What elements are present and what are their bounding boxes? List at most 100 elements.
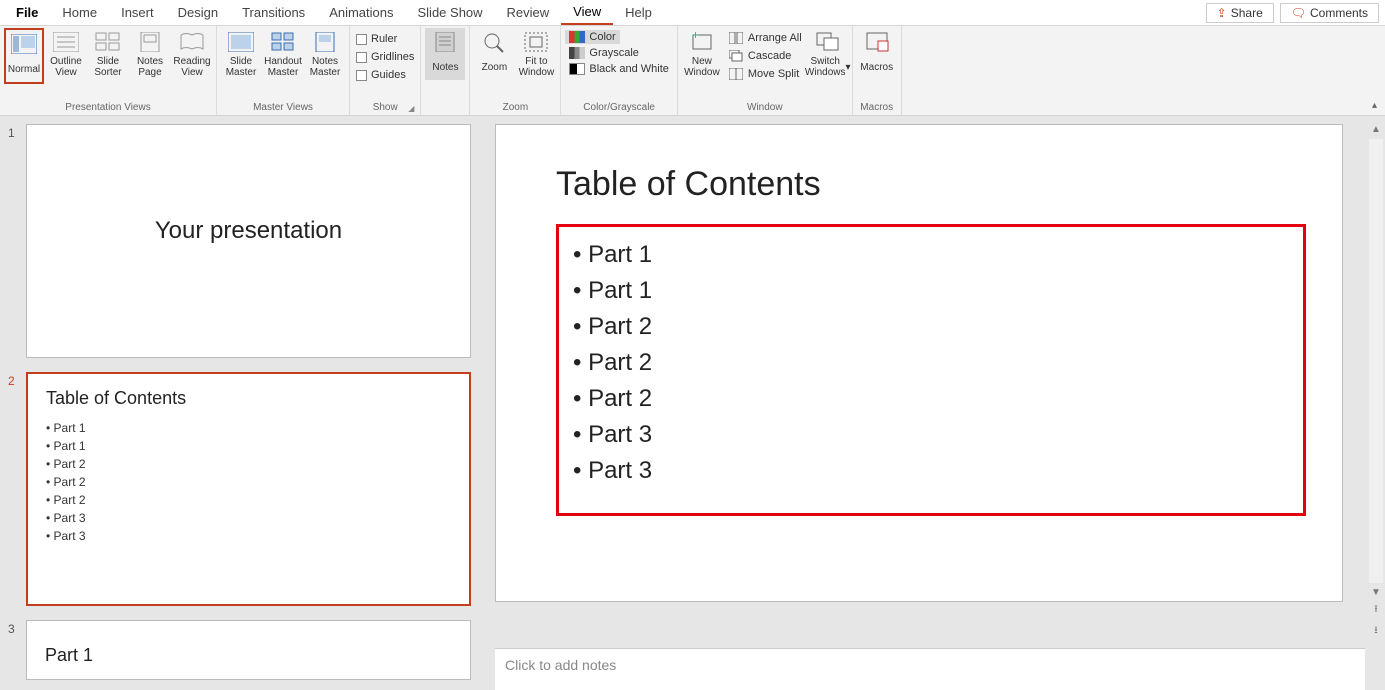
tab-file[interactable]: File — [4, 1, 50, 24]
slide-title[interactable]: Table of Contents — [556, 165, 1282, 204]
fit-window-icon — [522, 30, 550, 54]
guides-label: Guides — [371, 69, 406, 81]
thumb-item: • Part 1 — [46, 419, 451, 437]
cascade-button[interactable]: Cascade — [724, 48, 806, 64]
scroll-down-icon[interactable]: ▼ — [1371, 587, 1381, 598]
tab-help[interactable]: Help — [613, 1, 664, 24]
tab-view[interactable]: View — [561, 0, 613, 25]
gridlines-checkbox[interactable]: Gridlines — [354, 50, 416, 64]
new-window-button[interactable]: + New Window — [682, 28, 722, 80]
dialog-launcher-icon[interactable]: ◢ — [408, 104, 414, 113]
new-window-label: New Window — [683, 56, 721, 78]
thumb-title: Your presentation — [45, 217, 452, 245]
grayscale-mode-button[interactable]: Grayscale — [565, 46, 643, 60]
zoom-icon — [480, 30, 508, 54]
notes-page-label: Notes Page — [131, 56, 169, 78]
notes-icon — [431, 30, 459, 54]
move-split-button[interactable]: Move Split — [724, 66, 806, 82]
color-swatch-icon — [569, 31, 585, 43]
list-item: • Part 2 — [573, 345, 1289, 381]
thumbnail-number: 1 — [8, 124, 26, 358]
slide-pane: Table of Contents • Part 1 • Part 1 • Pa… — [475, 116, 1385, 648]
color-mode-label: Color — [589, 31, 615, 43]
normal-view-button[interactable]: Normal — [4, 28, 44, 84]
group-zoom: Zoom Fit to Window Zoom — [470, 26, 561, 115]
list-item: • Part 3 — [573, 417, 1289, 453]
tab-home[interactable]: Home — [50, 1, 109, 24]
group-label-presentation-views: Presentation Views — [4, 100, 212, 115]
thumb-item: • Part 3 — [46, 509, 451, 527]
move-split-icon — [728, 67, 744, 81]
vertical-scrollbar[interactable]: ▲ ▼ ⭱ ⭳ — [1367, 124, 1385, 640]
thumbnail-slide-2[interactable]: Table of Contents • Part 1 • Part 1 • Pa… — [26, 372, 471, 606]
fit-to-window-button[interactable]: Fit to Window — [516, 28, 556, 80]
switch-windows-button[interactable]: Switch Windows ▾ — [808, 28, 848, 80]
thumbnail-slide-3[interactable]: Part 1 — [26, 620, 471, 680]
scroll-track[interactable] — [1369, 139, 1383, 583]
move-split-label: Move Split — [748, 68, 799, 80]
slide-sorter-icon — [94, 30, 122, 54]
slide-sorter-button[interactable]: Slide Sorter — [88, 28, 128, 80]
scroll-up-icon[interactable]: ▲ — [1371, 124, 1381, 135]
notes-button[interactable]: Notes — [425, 28, 465, 80]
tab-review[interactable]: Review — [495, 1, 562, 24]
guides-checkbox[interactable]: Guides — [354, 68, 408, 82]
tab-transitions[interactable]: Transitions — [230, 1, 317, 24]
group-presentation-views: Normal Outline View Slide Sorter Notes P… — [0, 26, 217, 115]
slide-thumbnails-pane[interactable]: 1 Your presentation 2 Table of Contents … — [0, 116, 475, 690]
next-slide-icon[interactable]: ⭳ — [1374, 623, 1378, 640]
macros-label: Macros — [860, 56, 893, 78]
group-notes: Notes — [421, 26, 470, 115]
notes-input[interactable]: Click to add notes — [495, 648, 1365, 690]
reading-view-button[interactable]: Reading View — [172, 28, 212, 80]
comment-icon: 🗨 — [1291, 6, 1306, 20]
thumb-title: Table of Contents — [46, 388, 451, 409]
tab-insert[interactable]: Insert — [109, 1, 166, 24]
thumbnail-number: 3 — [8, 620, 26, 680]
bw-mode-button[interactable]: Black and White — [565, 62, 672, 76]
slide-canvas[interactable]: Table of Contents • Part 1 • Part 1 • Pa… — [495, 124, 1343, 602]
prev-slide-icon[interactable]: ⭱ — [1374, 602, 1378, 619]
ruler-checkbox[interactable]: Ruler — [354, 32, 399, 46]
group-window: + New Window Arrange All Cascade Move Sp… — [678, 26, 853, 115]
slide-sorter-label: Slide Sorter — [89, 56, 127, 78]
share-button[interactable]: ⇪ Share — [1206, 3, 1274, 23]
checkbox-icon — [356, 34, 367, 45]
comments-button[interactable]: 🗨 Comments — [1280, 3, 1379, 23]
ribbon-tabs: File Home Insert Design Transitions Anim… — [0, 0, 1385, 26]
new-window-icon: + — [688, 30, 716, 54]
group-macros: Macros Macros — [853, 26, 902, 115]
thumb-item: • Part 2 — [46, 473, 451, 491]
thumb-title: Part 1 — [45, 645, 452, 666]
slide-master-button[interactable]: Slide Master — [221, 28, 261, 80]
macros-button[interactable]: Macros — [857, 28, 897, 80]
thumbnail-row: 3 Part 1 — [8, 620, 471, 680]
outline-view-button[interactable]: Outline View — [46, 28, 86, 80]
tab-animations[interactable]: Animations — [317, 1, 405, 24]
collapse-ribbon-button[interactable]: ▴ — [1364, 96, 1385, 115]
handout-master-icon — [269, 30, 297, 54]
notes-page-button[interactable]: Notes Page — [130, 28, 170, 80]
handout-master-button[interactable]: Handout Master — [263, 28, 303, 80]
comments-label: Comments — [1310, 6, 1368, 20]
arrange-all-button[interactable]: Arrange All — [724, 30, 806, 46]
thumbnail-row: 2 Table of Contents • Part 1 • Part 1 • … — [8, 372, 471, 606]
thumbnail-slide-1[interactable]: Your presentation — [26, 124, 471, 358]
group-color-grayscale: Color Grayscale Black and White Color/Gr… — [561, 26, 677, 115]
tab-design[interactable]: Design — [166, 1, 230, 24]
color-mode-button[interactable]: Color — [565, 30, 619, 44]
notes-master-button[interactable]: Notes Master — [305, 28, 345, 80]
tab-slideshow[interactable]: Slide Show — [406, 1, 495, 24]
outline-view-label: Outline View — [47, 56, 85, 78]
group-label-master-views: Master Views — [221, 100, 345, 115]
macros-icon — [863, 30, 891, 54]
arrange-all-label: Arrange All — [748, 32, 802, 44]
grayscale-mode-label: Grayscale — [589, 47, 639, 59]
thumb-item: • Part 2 — [46, 491, 451, 509]
slide-master-icon — [227, 30, 255, 54]
zoom-button[interactable]: Zoom — [474, 28, 514, 80]
group-label-color: Color/Grayscale — [565, 100, 672, 115]
fit-to-window-label: Fit to Window — [517, 56, 555, 78]
notes-master-label: Notes Master — [306, 56, 344, 78]
content-placeholder[interactable]: • Part 1 • Part 1 • Part 2 • Part 2 • Pa… — [556, 224, 1306, 516]
